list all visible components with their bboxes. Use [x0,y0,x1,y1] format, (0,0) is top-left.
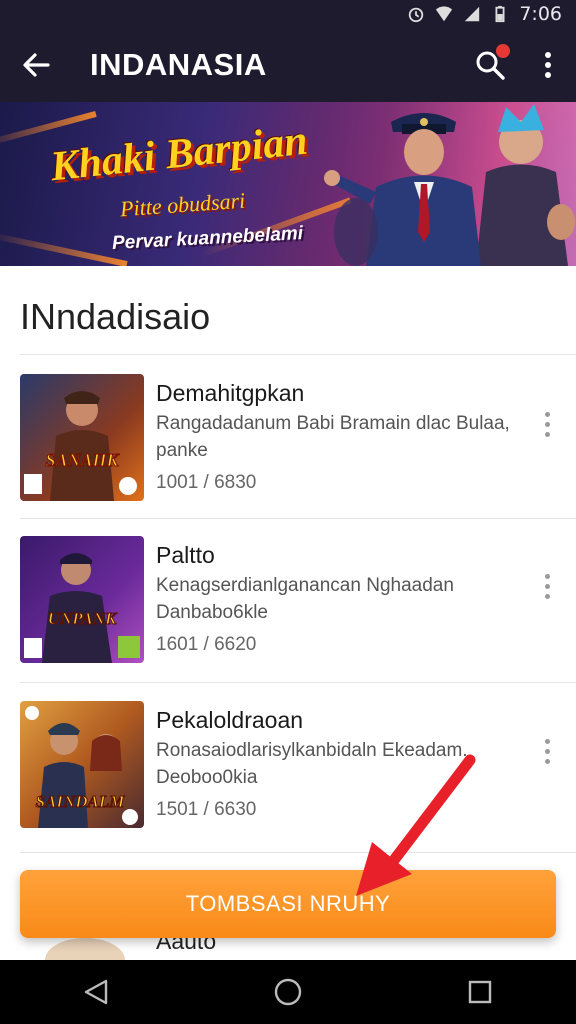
arrow-left-icon [23,53,50,77]
nav-home-button[interactable] [248,960,328,1024]
signal-icon [465,6,480,22]
app-bar: INDANASIA [0,28,576,102]
list-item[interactable]: SANAHK Demahitgpkan Rangadadanum Babi Br… [0,354,576,518]
item-thumbnail: UNPANK [20,536,144,663]
item-meta: 1601 / 6620 [156,634,257,655]
banner-subtitle: Pitte obudsari [119,187,246,222]
banner-title: Khaki Barpian [48,117,310,191]
triangle-back-icon [84,979,108,1005]
svg-text:SANAHK: SANAHK [45,450,120,470]
item-meta: 1001 / 6830 [156,472,257,493]
list-item[interactable]: UNPANK Paltto Kenagserdianlganancan Ngha… [0,516,576,680]
banner-characters-illustration [306,102,576,266]
circle-home-icon [274,978,302,1006]
nav-recents-button[interactable] [440,960,520,1024]
item-description: Rangadadanum Babi Bramain dlac Bulaa, pa… [156,413,510,461]
system-nav-bar [0,960,576,1024]
item-title: Demahitgpkan [156,380,305,406]
back-button[interactable] [0,28,72,102]
status-bar: 7:06 [0,0,576,28]
list-item[interactable]: SAINDALM Pekaloldraoan Ronasaiodlarisylk… [0,681,576,845]
app-title: INDANASIA [90,47,267,82]
square-recents-icon [468,980,492,1004]
promo-banner[interactable]: Khaki Barpian Pitte obudsari Pervar kuan… [0,102,576,266]
item-title: Paltto [156,542,215,568]
divider [20,852,576,853]
banner-ray [0,232,128,266]
item-more-icon[interactable] [532,404,562,444]
nav-back-button[interactable] [56,960,136,1024]
item-more-icon[interactable] [532,731,562,771]
svg-text:UNPANK: UNPANK [48,609,118,628]
overflow-menu-button[interactable] [520,28,576,102]
svg-text:SAINDALM: SAINDALM [36,792,126,811]
item-more-icon[interactable] [532,566,562,606]
item-title: Pekaloldraoan [156,707,304,733]
item-meta: 1501 / 6630 [156,799,257,820]
item-description: Kenagserdianlganancan Nghaadan Danbabo6k… [156,575,454,623]
item-thumbnail: SANAHK [20,374,144,501]
alarm-icon [409,7,424,23]
red-arrow-annotation [356,754,476,896]
status-time: 7:06 [519,3,562,25]
item-thumbnail: SAINDALM [20,701,144,828]
search-button[interactable] [460,28,520,102]
section-title: INndadisaio [20,296,211,337]
notification-dot [496,44,510,58]
more-vert-icon [545,52,551,78]
wifi-icon [436,6,453,22]
battery-icon [495,5,505,23]
